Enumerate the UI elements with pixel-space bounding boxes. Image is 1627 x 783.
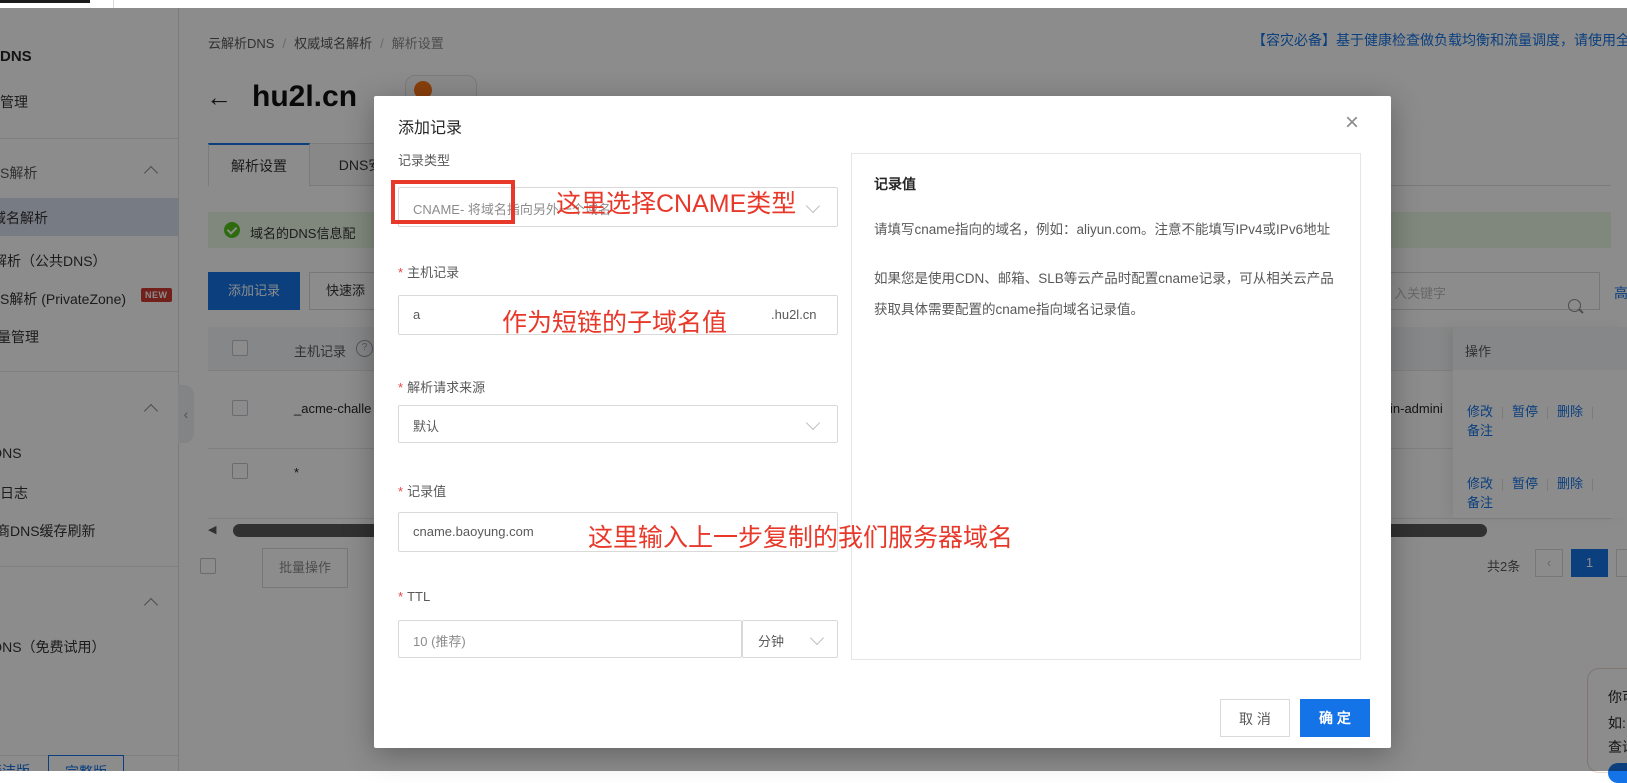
- ttl-value: 10 (推荐): [413, 631, 466, 650]
- resolve-line-label: *解析请求来源: [398, 377, 485, 396]
- modal-title: 添加记录: [398, 114, 462, 138]
- required-mark: *: [398, 380, 403, 395]
- help-panel-title: 记录值: [874, 174, 1338, 194]
- help-panel-paragraph: 请填写cname指向的域名，例如：aliyun.com。注意不能填写IPv4或I…: [874, 214, 1338, 245]
- browser-top-strip: [0, 0, 1627, 8]
- record-value-label: *记录值: [398, 481, 446, 500]
- help-panel-paragraph: 如果您是使用CDN、邮箱、SLB等云产品时配置cname记录，可从相关云产品获取…: [874, 263, 1338, 325]
- ttl-unit-select[interactable]: [742, 620, 838, 658]
- annotation-select-cname: 这里选择CNAME类型: [556, 184, 796, 220]
- close-icon[interactable]: ×: [1345, 112, 1359, 134]
- confirm-button[interactable]: 确 定: [1300, 699, 1370, 737]
- top-black-bar: [0, 0, 90, 3]
- host-record-suffix: .hu2l.cn: [771, 307, 817, 322]
- host-record-label: *主机记录: [398, 262, 459, 281]
- resolve-line-select[interactable]: [398, 405, 838, 443]
- ttl-unit-value: 分钟: [758, 631, 784, 650]
- annotation-red-box: [391, 180, 515, 224]
- record-value-value: cname.baoyung.com: [413, 524, 534, 539]
- record-value-help-panel: 记录值 请填写cname指向的域名，例如：aliyun.com。注意不能填写IP…: [851, 153, 1361, 660]
- annotation-server-domain: 这里输入上一步复制的我们服务器域名: [588, 518, 1013, 554]
- resolve-line-value: 默认: [413, 416, 439, 435]
- required-mark: *: [398, 589, 403, 604]
- host-record-value: a: [413, 307, 420, 322]
- cancel-button[interactable]: 取 消: [1220, 699, 1290, 737]
- required-mark: *: [398, 265, 403, 280]
- ttl-label: *TTL: [398, 589, 430, 604]
- top-divider: [113, 0, 114, 8]
- annotation-subdomain: 作为短链的子域名值: [502, 303, 727, 339]
- add-record-modal: 添加记录 × 记录类型 CNAME- 将域名指向另外一个域名 *主机记录 a .…: [374, 96, 1391, 748]
- record-type-label: 记录类型: [398, 150, 450, 169]
- required-mark: *: [398, 484, 403, 499]
